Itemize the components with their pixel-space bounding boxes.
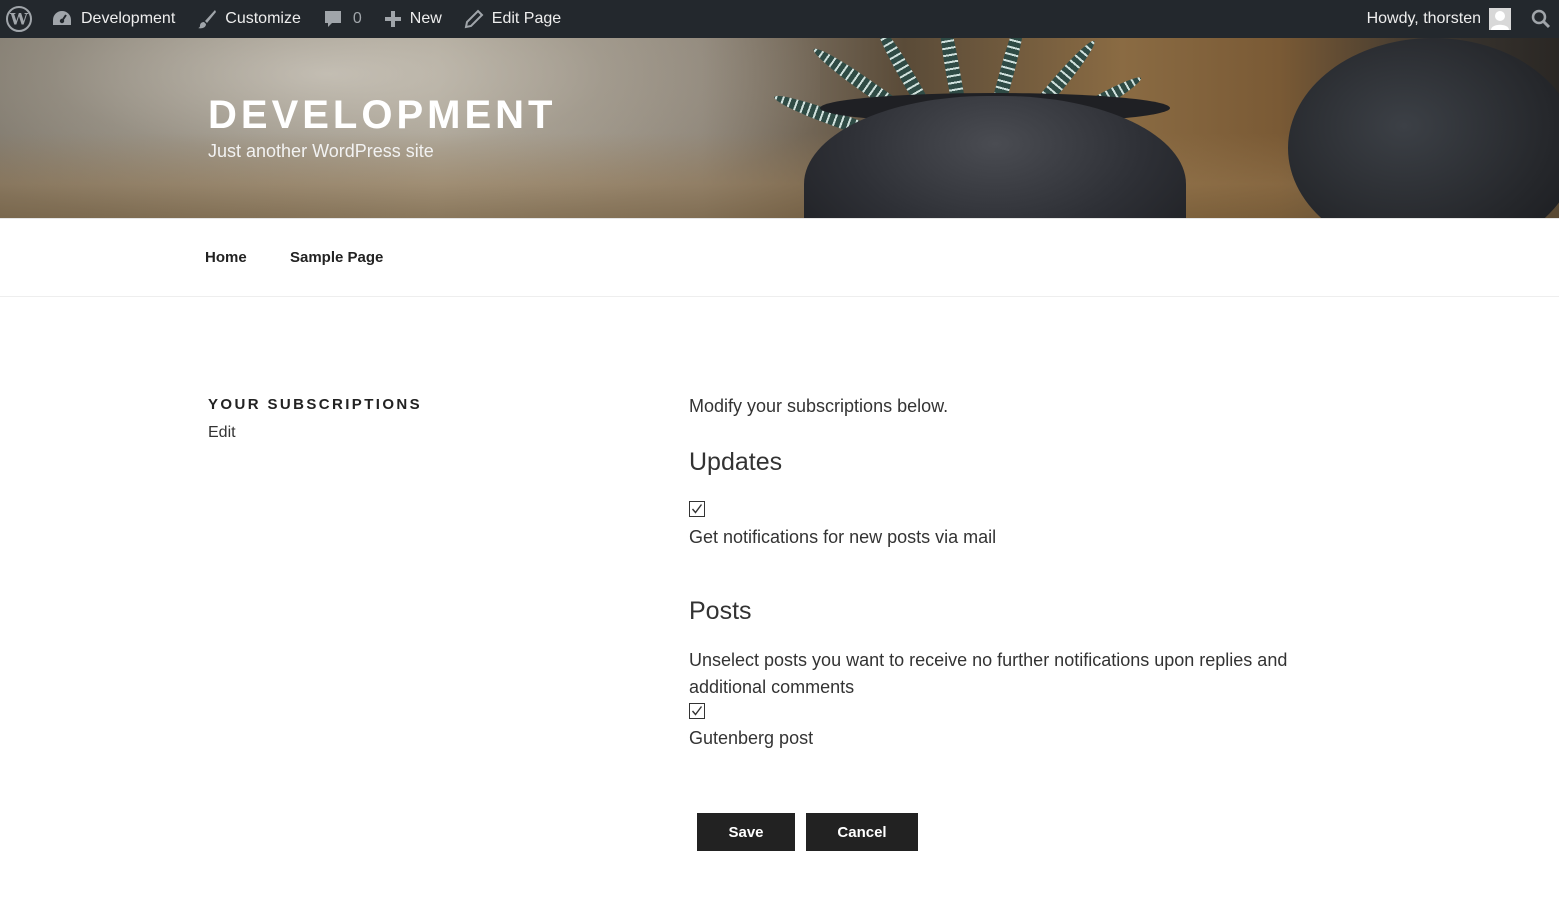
search-toggle[interactable] (1525, 0, 1559, 38)
page-title: YOUR SUBSCRIPTIONS (208, 396, 423, 413)
new-content-menu[interactable]: New (373, 0, 453, 38)
wordpress-logo-button[interactable]: W (0, 0, 40, 38)
cancel-button[interactable]: Cancel (806, 813, 918, 851)
nav-item-home[interactable]: Home (205, 249, 247, 266)
my-account-menu[interactable]: Howdy, thorsten (1356, 0, 1525, 38)
site-description: Just another WordPress site (208, 141, 434, 161)
nav-item-sample-page[interactable]: Sample Page (290, 249, 383, 266)
checkmark-icon (691, 504, 703, 514)
plus-icon (384, 11, 401, 27)
comment-bubble-icon (324, 11, 341, 27)
edit-page-link[interactable]: Edit Page (453, 0, 572, 38)
intro-text: Modify your subscriptions below. (689, 396, 949, 416)
edit-link[interactable]: Edit (208, 424, 236, 442)
wordpress-icon: W (6, 6, 32, 32)
main-navigation: Home Sample Page (0, 218, 1559, 297)
svg-text:W: W (9, 10, 29, 29)
admin-bar-right: Howdy, thorsten (1356, 0, 1559, 38)
comments-count: 0 (352, 10, 362, 27)
site-name-label: Development (81, 10, 176, 27)
comments-link[interactable]: 0 (312, 0, 373, 38)
header-image-dark-pot (1288, 38, 1559, 218)
paintbrush-icon (198, 10, 217, 29)
post-checkbox[interactable] (689, 703, 705, 719)
updates-heading: Updates (689, 448, 783, 476)
updates-checkbox[interactable] (689, 501, 705, 517)
site-title[interactable]: DEVELOPMENT (208, 92, 556, 138)
dashboard-icon (53, 11, 71, 25)
posts-description: Unselect posts you want to receive no fu… (689, 650, 1288, 697)
checkmark-icon (691, 706, 703, 716)
site-header: DEVELOPMENT Just another WordPress site (0, 38, 1559, 218)
save-button[interactable]: Save (697, 813, 795, 851)
new-label: New (409, 10, 442, 27)
post-checkbox-label: Gutenberg post (689, 728, 814, 748)
howdy-label: Howdy, thorsten (1366, 10, 1481, 27)
customize-label: Customize (225, 10, 301, 27)
user-silhouette-icon (1491, 11, 1509, 30)
admin-bar: W Development Customize 0 New Edit Page … (0, 0, 1559, 38)
pencil-icon (464, 9, 484, 29)
customize-link[interactable]: Customize (186, 0, 312, 38)
edit-page-label: Edit Page (491, 10, 562, 27)
avatar (1489, 8, 1511, 30)
updates-checkbox-label: Get notifications for new posts via mail (689, 527, 997, 547)
posts-heading: Posts (689, 597, 752, 625)
site-name-menu[interactable]: Development (40, 0, 186, 38)
search-icon (1531, 9, 1551, 29)
